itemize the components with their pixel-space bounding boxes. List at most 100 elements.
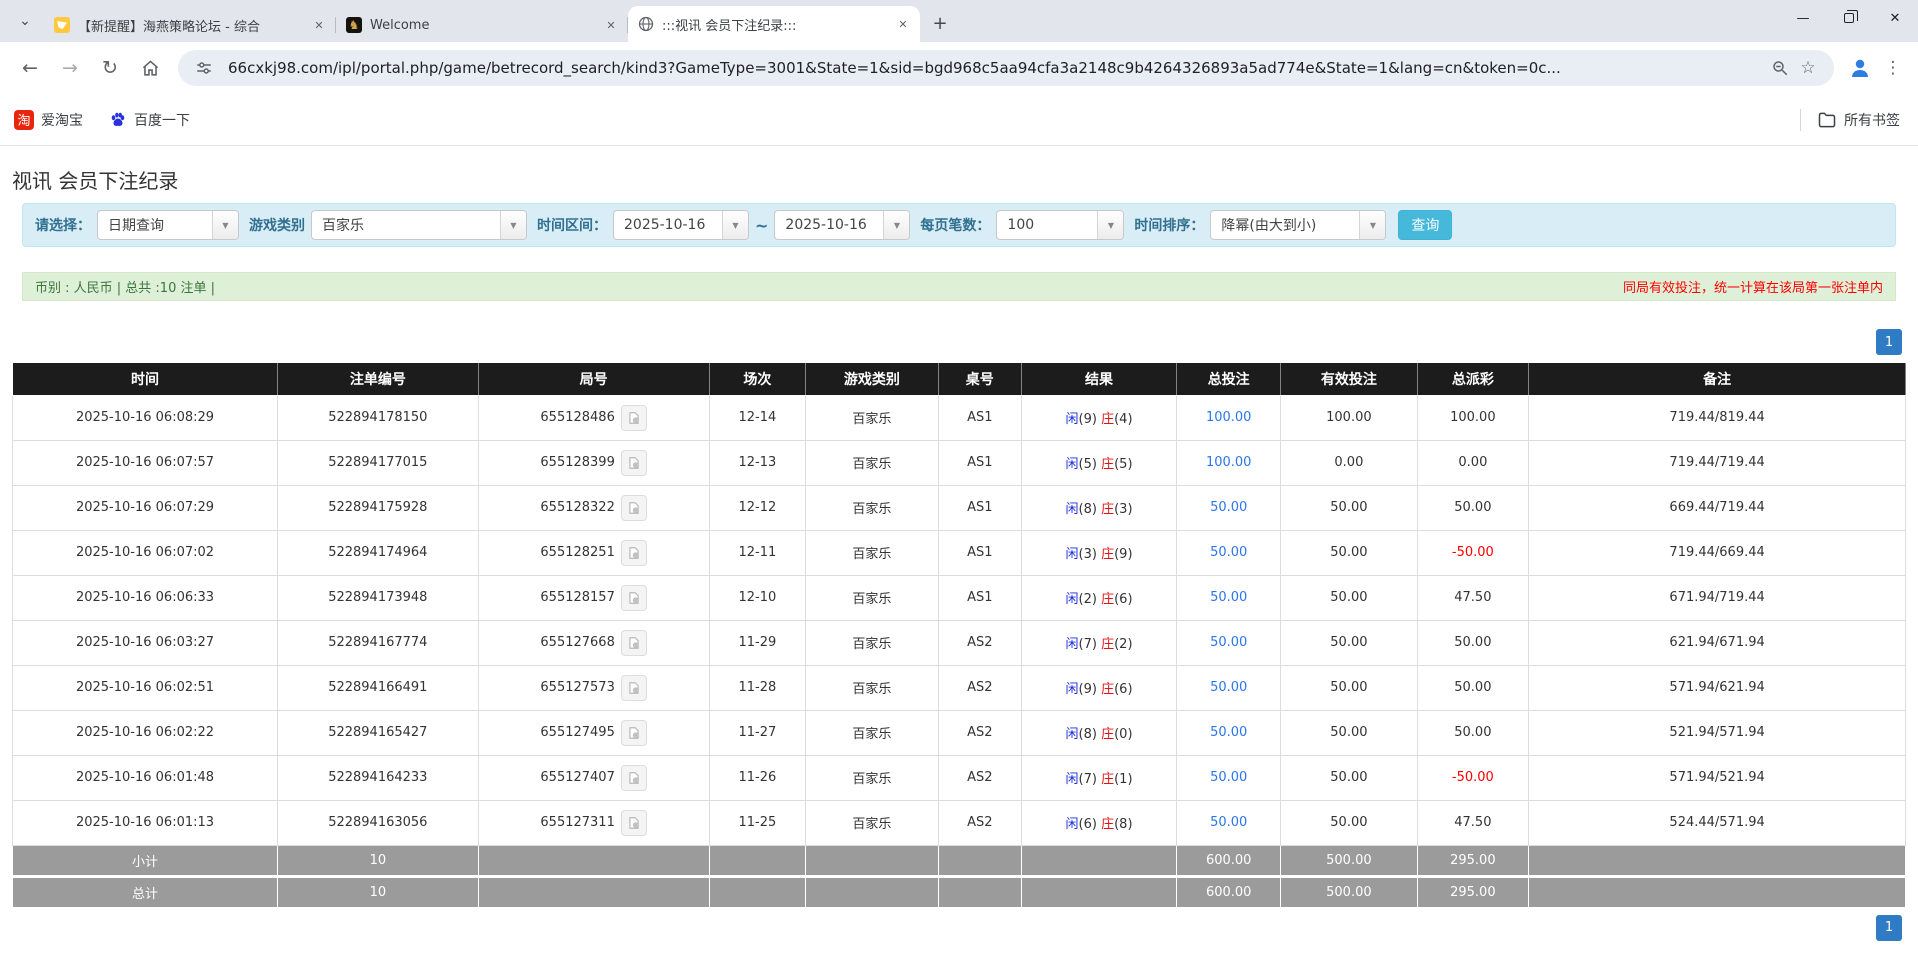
total-bet-link[interactable]: 50.00 [1210, 815, 1247, 830]
minimize-icon[interactable]: — [1780, 0, 1826, 36]
empty-cell [938, 845, 1021, 876]
total-bet-cell[interactable]: 50.00 [1177, 755, 1281, 800]
game-type-label: 游戏类别 [249, 215, 305, 235]
total-bet-cell[interactable]: 50.00 [1177, 665, 1281, 710]
profile-avatar-icon[interactable] [1846, 54, 1874, 82]
tab-close-icon[interactable]: ✕ [894, 15, 912, 33]
date-from-select[interactable]: 2025-10-16 ▼ [613, 210, 749, 240]
address-bar[interactable]: 66cxkj98.com/ipl/portal.php/game/betreco… [178, 50, 1834, 86]
result-cell: 闲(7) 庄(1) [1021, 755, 1176, 800]
total-bet-link[interactable]: 50.00 [1210, 545, 1247, 560]
column-header: 总派彩 [1417, 363, 1529, 395]
result-player: 闲 [1066, 682, 1079, 697]
tab-forum[interactable]: 【新提醒】海燕策略论坛 - 综合 ✕ [44, 8, 336, 42]
remark-cell: 719.44/719.44 [1529, 440, 1906, 485]
total-bet-cell[interactable]: 100.00 [1177, 440, 1281, 485]
column-header: 游戏类别 [806, 363, 939, 395]
total-bet-cell[interactable]: 100.00 [1177, 395, 1281, 440]
site-settings-icon[interactable] [190, 54, 218, 82]
total-bet-cell[interactable]: 50.00 [1177, 575, 1281, 620]
time-sort-select[interactable]: 降幂(由大到小) ▼ [1210, 210, 1386, 240]
tab-close-icon[interactable]: ✕ [602, 16, 620, 34]
chevron-down-icon[interactable]: ▼ [1097, 211, 1123, 239]
video-record-icon[interactable] [621, 765, 647, 791]
table-no-cell: AS2 [938, 800, 1021, 845]
total-bet-link[interactable]: 100.00 [1206, 410, 1252, 425]
tab-search-icon[interactable]: ⌄ [8, 4, 42, 38]
chevron-down-icon[interactable]: ▼ [883, 211, 909, 239]
video-record-icon[interactable] [621, 675, 647, 701]
video-record-icon[interactable] [621, 495, 647, 521]
video-record-icon[interactable] [621, 810, 647, 836]
total-bet-link[interactable]: 50.00 [1210, 590, 1247, 605]
table-row: 2025-10-16 06:07:02522894174964655128251… [13, 530, 1906, 575]
table-row: 2025-10-16 06:06:33522894173948655128157… [13, 575, 1906, 620]
total-bet-cell[interactable]: 50.00 [1177, 710, 1281, 755]
game-type-cell: 百家乐 [806, 710, 939, 755]
game-type-select[interactable]: 百家乐 ▼ [311, 210, 527, 240]
session-cell: 12-13 [709, 440, 806, 485]
window-controls: — ✕ [1780, 0, 1918, 36]
tab-strip: ⌄ 【新提醒】海燕策略论坛 - 综合 ✕ ♞ Welcome ✕ :::视讯 会… [0, 0, 1918, 42]
forward-icon[interactable]: → [53, 51, 87, 85]
total-bet-link[interactable]: 50.00 [1210, 635, 1247, 650]
total-bet-cell[interactable]: 50.00 [1177, 485, 1281, 530]
home-icon[interactable] [133, 51, 167, 85]
total-bet-link[interactable]: 50.00 [1210, 680, 1247, 695]
back-icon[interactable]: ← [13, 51, 47, 85]
reload-icon[interactable]: ↻ [93, 51, 127, 85]
pagination-page-1-bottom[interactable]: 1 [1876, 915, 1902, 941]
bookmark-taobao[interactable]: 淘 爱淘宝 [14, 110, 83, 130]
date-to-select[interactable]: 2025-10-16 ▼ [774, 210, 910, 240]
bet-no-cell: 522894174964 [278, 530, 479, 575]
gold-horse-icon: ♞ [346, 17, 362, 33]
video-record-icon[interactable] [621, 540, 647, 566]
round-no-cell: 655128399 [478, 440, 709, 485]
page-size-select[interactable]: 100 ▼ [996, 210, 1124, 240]
window-close-icon[interactable]: ✕ [1872, 0, 1918, 36]
column-header: 有效投注 [1281, 363, 1417, 395]
tab-welcome[interactable]: ♞ Welcome ✕ [336, 8, 628, 42]
video-record-icon[interactable] [621, 585, 647, 611]
total-bet-cell[interactable]: 50.00 [1177, 530, 1281, 575]
table-no-cell: AS2 [938, 710, 1021, 755]
bookmark-label: 爱淘宝 [41, 110, 83, 130]
total-bet-link[interactable]: 50.00 [1210, 770, 1247, 785]
session-cell: 11-28 [709, 665, 806, 710]
chevron-down-icon[interactable]: ▼ [722, 211, 748, 239]
tab-close-icon[interactable]: ✕ [310, 16, 328, 34]
video-record-icon[interactable] [621, 450, 647, 476]
url-text[interactable]: 66cxkj98.com/ipl/portal.php/game/betreco… [228, 59, 1766, 77]
round-no-cell: 655127407 [478, 755, 709, 800]
pagination-page-1-top[interactable]: 1 [1876, 329, 1902, 355]
browser-menu-icon[interactable]: ⋮ [1878, 54, 1908, 82]
total-bet-link[interactable]: 100.00 [1206, 455, 1252, 470]
total-bet-link[interactable]: 50.00 [1210, 500, 1247, 515]
new-tab-icon[interactable]: + [926, 9, 954, 37]
video-record-icon[interactable] [621, 630, 647, 656]
query-mode-select[interactable]: 日期查询 ▼ [97, 210, 239, 240]
table-row: 2025-10-16 06:02:51522894166491655127573… [13, 665, 1906, 710]
result-player: 闲 [1066, 772, 1079, 787]
total-bet-cell[interactable]: 50.00 [1177, 620, 1281, 665]
chevron-down-icon[interactable]: ▼ [1359, 211, 1385, 239]
valid-bet-cell: 50.00 [1281, 485, 1417, 530]
total-bet-cell[interactable]: 50.00 [1177, 800, 1281, 845]
folder-icon [1817, 110, 1837, 130]
zoom-icon[interactable] [1766, 54, 1794, 82]
bookmark-star-icon[interactable]: ☆ [1794, 54, 1822, 82]
total-bet-link[interactable]: 50.00 [1210, 725, 1247, 740]
search-button[interactable]: 查询 [1398, 210, 1452, 240]
empty-cell [1529, 876, 1906, 907]
chevron-down-icon[interactable]: ▼ [500, 211, 526, 239]
video-record-icon[interactable] [621, 720, 647, 746]
round-no-cell: 655128322 [478, 485, 709, 530]
restore-icon[interactable] [1826, 0, 1872, 36]
bookmark-baidu[interactable]: 百度一下 [109, 110, 190, 130]
tab-bet-records[interactable]: :::视讯 会员下注纪录::: ✕ [628, 6, 920, 42]
all-bookmarks[interactable]: 所有书签 [1817, 110, 1900, 130]
taobao-icon: 淘 [14, 110, 34, 130]
session-cell: 11-25 [709, 800, 806, 845]
chevron-down-icon[interactable]: ▼ [212, 211, 238, 239]
video-record-icon[interactable] [621, 405, 647, 431]
